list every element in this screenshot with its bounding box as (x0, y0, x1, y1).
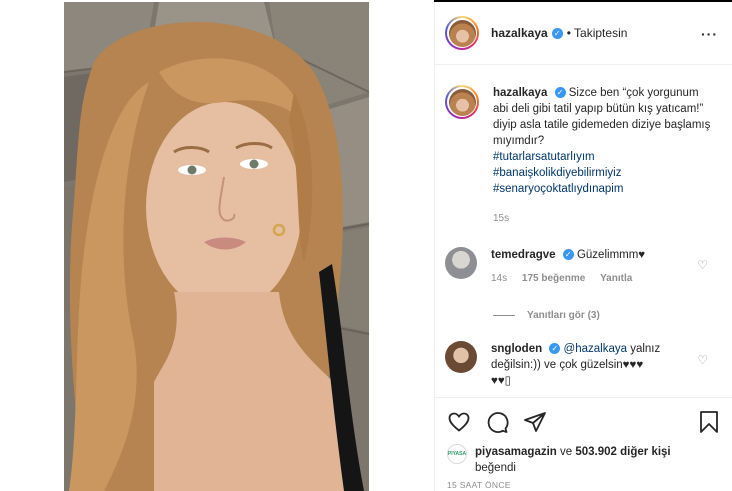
caption-time[interactable]: 15s (493, 213, 509, 224)
comment-like-heart-icon[interactable]: ♡ (697, 258, 708, 272)
likes-count[interactable]: 503.902 diğer kişi (575, 446, 670, 458)
post-side-panel: hazalkaya ✓ • Takiptesin ··· hazalkaya ✓… (434, 2, 732, 491)
more-horizontal-icon[interactable]: ··· (701, 26, 718, 42)
reply-button[interactable]: Yanıtla (600, 273, 632, 284)
caption-avatar[interactable] (445, 85, 479, 119)
view-replies-button[interactable]: Yanıtları gör (3) (493, 310, 600, 321)
hashtag-link[interactable]: #banaişkolikdiyebilirmiyiz (493, 165, 713, 181)
post-header: hazalkaya ✓ • Takiptesin ··· (435, 2, 732, 65)
comment-time[interactable]: 14s (491, 273, 507, 284)
comment-likes[interactable]: 175 beğenme (522, 273, 585, 284)
follow-status[interactable]: • Takiptesin (567, 26, 628, 40)
comment-text-continued: ♥♥▯ (491, 375, 511, 387)
comment-item: sngloden ✓ @hazalkaya yalnız değilsin:))… (445, 341, 722, 389)
mention-link[interactable]: @hazalkaya (564, 343, 627, 355)
liker-username[interactable]: piyasamagazin (475, 446, 557, 458)
comment-bubble-icon[interactable] (485, 410, 509, 434)
save-bookmark-icon[interactable] (698, 410, 720, 434)
commenter-avatar[interactable] (445, 247, 477, 279)
post-photo[interactable] (64, 2, 369, 491)
verified-badge-icon: ✓ (551, 27, 563, 39)
share-send-icon[interactable] (523, 410, 547, 434)
comments-list: hazalkaya ✓ Sizce ben “çok yorgunum abi … (435, 65, 732, 397)
hashtag-link[interactable]: #senaryoçoktatlıydınapim (493, 181, 713, 197)
author-username[interactable]: hazalkaya (491, 26, 548, 40)
verified-badge-icon: ✓ (549, 343, 561, 355)
hashtag-link[interactable]: #tutarlarsatutarlıyım (493, 149, 713, 165)
caption-item: hazalkaya ✓ Sizce ben “çok yorgunum abi … (445, 85, 722, 227)
post-actions: PIYASA piyasamagazin ve 503.902 diğer ki… (435, 397, 732, 491)
commenter-username[interactable]: temedragve (491, 249, 556, 261)
commenter-username[interactable]: sngloden (491, 343, 542, 355)
author-avatar-image (448, 19, 476, 47)
like-heart-icon[interactable] (447, 410, 471, 434)
likes-suffix: beğendi (475, 462, 516, 474)
comment-text: Güzelimmm♥ (576, 249, 646, 261)
liker-avatar[interactable]: PIYASA (447, 444, 467, 464)
selfie-image (64, 2, 369, 491)
verified-badge-icon: ✓ (562, 249, 574, 261)
verified-badge-icon: ✓ (554, 87, 566, 99)
commenter-avatar[interactable] (445, 341, 477, 373)
author-avatar[interactable] (445, 16, 479, 50)
comment-like-heart-icon[interactable]: ♡ (697, 353, 708, 367)
replies-divider (493, 315, 515, 316)
caption-username[interactable]: hazalkaya (493, 87, 547, 99)
likes-summary: PIYASA piyasamagazin ve 503.902 diğer ki… (447, 444, 671, 474)
post-timestamp[interactable]: 15 SAAT ÖNCE (447, 480, 511, 490)
comment-item: temedragve ✓ Güzelimmm♥ 14s 175 beğenme … (445, 247, 722, 287)
